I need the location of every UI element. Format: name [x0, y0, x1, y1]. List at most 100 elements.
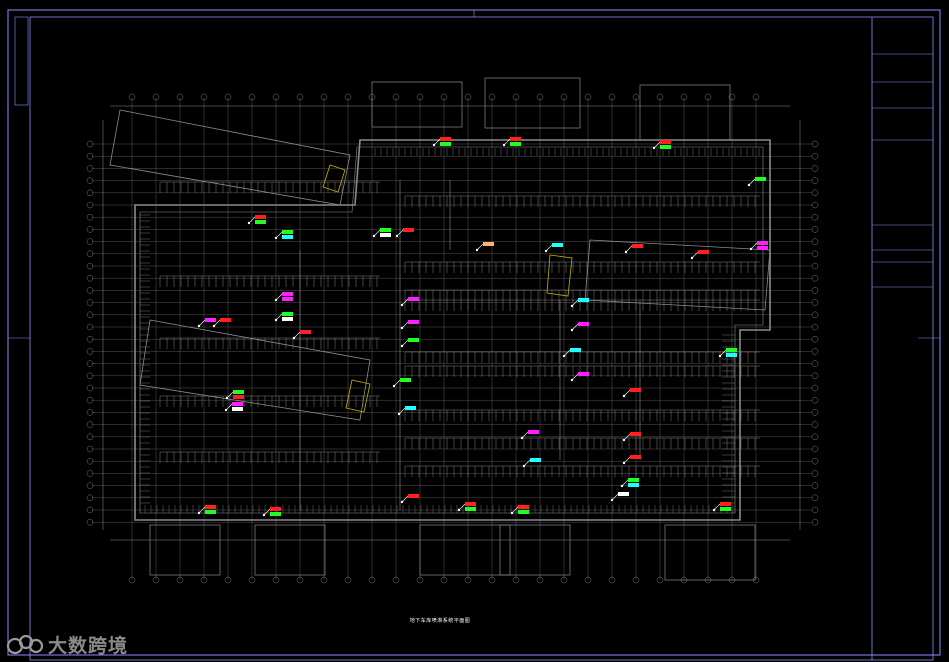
leader-line — [521, 431, 529, 439]
sprinkler-tag — [528, 430, 539, 434]
leader-line — [393, 379, 401, 387]
sprinkler-tag — [300, 330, 311, 334]
sprinkler-tag — [720, 502, 731, 506]
sprinkler-head-marker — [395, 234, 399, 238]
sprinkler-head-marker — [457, 508, 461, 512]
sprinkler-tag — [630, 388, 641, 392]
sprinkler-tag — [483, 242, 494, 246]
leader-line — [523, 459, 531, 467]
sprinkler-head-marker — [624, 250, 628, 254]
sprinkler-head-marker — [747, 183, 751, 187]
sprinkler-head-marker — [622, 461, 626, 465]
axis-bubble — [811, 238, 819, 245]
sprinkler-tag — [465, 502, 476, 506]
sprinkler-head-marker — [622, 438, 626, 442]
sprinkler-head-marker — [372, 234, 376, 238]
axis-bubble — [811, 360, 819, 367]
sprinkler-head-marker — [712, 508, 716, 512]
axis-bubble — [811, 189, 819, 197]
leader-line — [458, 503, 466, 511]
sprinkler-tag — [628, 478, 639, 482]
axis-bubble — [811, 457, 819, 465]
sprinkler-head-marker — [400, 326, 404, 330]
sprinkler-tag — [408, 297, 419, 301]
axis-bubble — [811, 506, 819, 514]
sprinkler-head-marker — [292, 336, 296, 340]
sprinkler-tag — [255, 215, 266, 219]
sprinkler-tag — [232, 402, 243, 406]
sprinkler-tag — [578, 322, 589, 326]
floor-plan-drawing — [7, 9, 941, 661]
leader-line — [401, 339, 409, 347]
sprinkler-tag — [757, 241, 768, 245]
axis-bubble — [811, 262, 819, 270]
sprinkler-head-marker — [274, 298, 278, 302]
sprinkler-head-marker — [197, 511, 201, 515]
axis-bubble — [811, 396, 819, 404]
axis-bubble — [811, 287, 819, 294]
sprinkler-head-marker — [262, 513, 266, 517]
leader-line — [748, 178, 756, 186]
sprinkler-tag — [205, 510, 216, 514]
tower-footprint — [419, 524, 511, 576]
sprinkler-tag — [282, 230, 293, 234]
sprinkler-tag — [232, 407, 243, 411]
building-block — [584, 239, 771, 311]
axis-bubble — [811, 494, 819, 502]
sprinkler-tag — [440, 137, 451, 141]
watermark: 大数跨境 — [6, 630, 128, 658]
sprinkler-head-marker — [400, 344, 404, 348]
sprinkler-head-marker — [570, 328, 574, 332]
axis-bubble — [811, 518, 819, 526]
sprinkler-head-marker — [475, 248, 479, 252]
sprinkler-tag — [270, 512, 281, 516]
sprinkler-tag — [282, 312, 293, 316]
leader-line — [623, 456, 631, 464]
sprinkler-tag — [282, 297, 293, 301]
sprinkler-tag — [755, 177, 766, 181]
sprinkler-tag — [282, 292, 293, 296]
tower-footprint — [499, 524, 571, 576]
axis-bubble — [811, 152, 819, 160]
sprinkler-tag — [408, 338, 419, 342]
leader-line — [625, 245, 633, 253]
sprinkler-head-marker — [610, 498, 614, 502]
sprinkler-tag — [552, 243, 563, 247]
sprinkler-tag — [233, 390, 244, 394]
leader-line — [621, 479, 629, 487]
sprinkler-tag — [726, 348, 737, 352]
cad-viewport[interactable]: 地下车库喷淋系统平面图 大数跨境 — [0, 0, 949, 662]
sprinkler-tag — [408, 320, 419, 324]
sprinkler-head-marker — [562, 354, 566, 358]
sprinkler-head-marker — [570, 378, 574, 382]
leader-line — [611, 493, 619, 501]
axis-bubble — [811, 335, 819, 343]
sprinkler-head-marker — [224, 408, 228, 412]
sprinkler-head-marker — [392, 384, 396, 388]
tower-footprint — [484, 77, 581, 129]
axis-bubble — [811, 433, 819, 441]
sprinkler-tag — [628, 483, 639, 487]
sprinkler-tag — [282, 235, 293, 239]
axis-bubble — [811, 299, 819, 306]
sprinkler-tag — [270, 507, 281, 511]
sprinkler-head-marker — [620, 484, 624, 488]
axis-bubble — [811, 445, 819, 453]
sprinkler-tag — [632, 244, 643, 248]
tower-footprint — [664, 524, 756, 581]
sprinkler-head-marker — [718, 354, 722, 358]
leader-line — [275, 293, 283, 301]
sprinkler-tag — [630, 455, 641, 459]
garage-outline — [134, 139, 771, 521]
sprinkler-head-marker — [622, 394, 626, 398]
leader-line — [545, 244, 553, 252]
building-structure — [109, 77, 771, 581]
sprinkler-annotations — [197, 137, 768, 517]
axis-bubble — [811, 482, 819, 489]
leader-line — [293, 331, 301, 339]
sprinkler-tag — [380, 233, 391, 237]
axis-bubble — [811, 421, 819, 428]
sprinkler-head-marker — [570, 304, 574, 308]
axis-bubble — [811, 226, 819, 233]
axis-bubble — [811, 409, 819, 416]
